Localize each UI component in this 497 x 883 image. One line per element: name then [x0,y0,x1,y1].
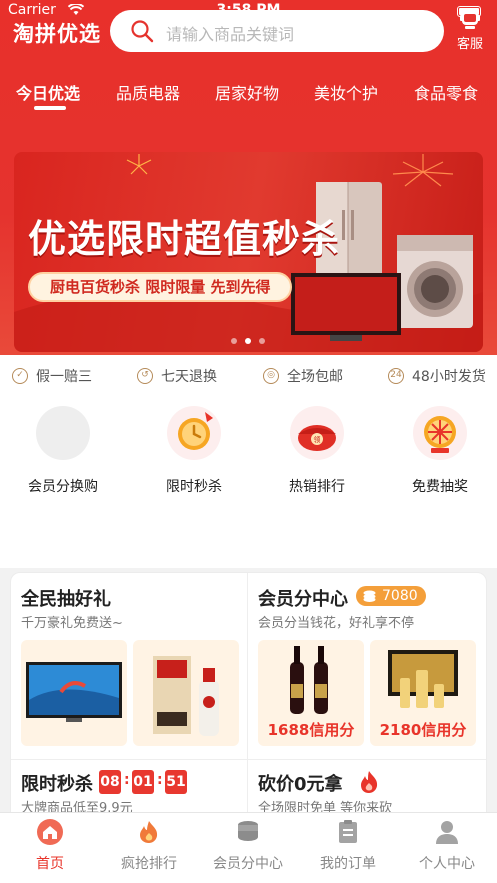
tabbar-my-orders[interactable]: 我的订单 [298,819,398,873]
search-placeholder: 请输入商品关键词 [166,25,295,44]
points-card-subtitle: 会员分当钱花，好礼享不停 [258,616,415,631]
timer-minutes: 01 [132,770,154,794]
lottery-card-title: 全民抽好礼 [21,589,111,610]
return-icon: ↺ [137,368,153,384]
tabbar-points-center[interactable]: 会员分中心 [198,819,298,873]
tabbar-label: 个人中心 [419,856,475,872]
user-icon [436,821,458,844]
carousel-dot[interactable] [231,338,237,344]
product-liquor-thumbnail[interactable] [133,640,239,746]
tabbar-label: 首页 [36,856,64,872]
flame-icon [140,821,158,843]
category-label: 免费抽奖 [412,479,468,495]
tabbar-profile[interactable]: 个人中心 [397,819,497,873]
timer-separator: : [124,772,130,788]
category-tabs: 今日优选 品质电器 居家好物 美妆个护 食品零食 [0,74,497,114]
order-icon [339,820,357,843]
promise-fake-pay-three: ✓ 假一赔三 [12,366,92,386]
category-label: 限时秒杀 [166,479,222,495]
product-tv-thumbnail[interactable] [21,640,127,746]
bottom-tab-bar: 首页 疯抢排行 会员分中心 我的订单 个人中心 [0,812,497,883]
customer-service-icon [460,10,480,29]
tab-today-picks[interactable]: 今日优选 [16,80,80,104]
24h-icon: 24 [388,368,404,384]
active-tab-indicator [34,106,66,110]
tabbar-home[interactable]: 首页 [0,819,100,873]
carousel-dots [0,338,497,346]
promise-free-shipping: ◎ 全场包邮 [263,366,343,386]
service-promises: ✓ 假一赔三 ↺ 七天退换 ◎ 全场包邮 24 48小时发货 [0,366,497,388]
tabbar-label: 会员分中心 [213,856,283,872]
promo-cards-panel: 全民抽好礼 千万豪礼免费送~ 会员分中心 7080 会员分当钱花，好礼享不停 1… [10,572,487,832]
category-hot-ranking[interactable]: 领 热销排行 [272,406,362,496]
red-envelope-icon: 领 [290,406,344,460]
product-price: 2180信用分 [379,721,467,739]
product-price: 1688信用分 [267,721,355,739]
washing-machine-image [397,235,473,328]
points-balance-badge: 7080 [356,586,426,606]
carousel-dot-active[interactable] [245,338,251,344]
tabbar-label: 我的订单 [320,856,376,872]
category-member-exchange[interactable]: 会员分换购 [18,406,108,496]
search-icon [131,20,154,43]
prize-wheel-icon [413,406,467,460]
flame-icon [361,771,378,793]
category-label: 会员分换购 [28,479,98,495]
category-flash-sale[interactable]: 限时秒杀 [149,406,239,496]
tabbar-hot-ranking[interactable]: 疯抢排行 [99,819,199,873]
product-wine-thumbnail[interactable]: 1688信用分 [258,640,364,746]
points-center-card[interactable]: 会员分中心 7080 会员分当钱花，好礼享不停 1688信用分 2180信用分 [248,573,486,759]
customer-service-button[interactable]: 客服 [455,8,485,52]
home-icon [37,819,63,845]
shipping-icon: ◎ [263,368,279,384]
carousel-dot[interactable] [259,338,265,344]
timer-hours: 08 [99,770,121,794]
bargain-title: 砍价0元拿 [258,774,343,795]
firework-decoration [392,154,454,187]
coin-stack-icon [363,590,376,602]
promo-banner[interactable]: 优选限时超值秒杀 厨电百货秒杀 限时限量 先到先得 [14,152,483,352]
tab-beauty[interactable]: 美妆个护 [314,80,378,104]
television-image [291,273,401,341]
banner-subtitle: 厨电百货秒杀 限时限量 先到先得 [28,272,293,302]
customer-service-label: 客服 [456,37,483,52]
timer-separator: : [157,772,163,788]
shield-icon: ✓ [12,368,28,384]
points-card-title: 会员分中心 [258,589,348,610]
header: Carrier 3:58 PM 淘拼优选 请输入商品关键词 客服 今日优选 品质… [0,0,497,355]
banner-title: 优选限时超值秒杀 [28,217,341,261]
member-exchange-icon [36,406,90,460]
product-skincare-thumbnail[interactable]: 2180信用分 [370,640,476,746]
app-logo: 淘拼优选 [13,22,101,46]
search-input[interactable]: 请输入商品关键词 [110,10,444,52]
tab-snacks[interactable]: 食品零食 [414,80,478,104]
category-free-lottery[interactable]: 免费抽奖 [395,406,485,496]
lottery-card[interactable]: 全民抽好礼 千万豪礼免费送~ [11,573,247,759]
lottery-card-subtitle: 千万豪礼免费送~ [21,616,123,631]
alarm-clock-icon [167,406,221,460]
tab-home-goods[interactable]: 居家好物 [215,80,279,104]
svg-text:领: 领 [314,435,321,444]
flash-sale-title: 限时秒杀 [21,774,93,795]
tabbar-label: 疯抢排行 [121,856,177,872]
promise-48h-delivery: 24 48小时发货 [388,366,486,386]
promise-seven-day-return: ↺ 七天退换 [137,366,217,386]
coins-icon [238,821,258,841]
firework-decoration [126,154,152,175]
category-label: 热销排行 [289,479,345,495]
tab-appliances[interactable]: 品质电器 [116,80,180,104]
timer-seconds: 51 [165,770,187,794]
